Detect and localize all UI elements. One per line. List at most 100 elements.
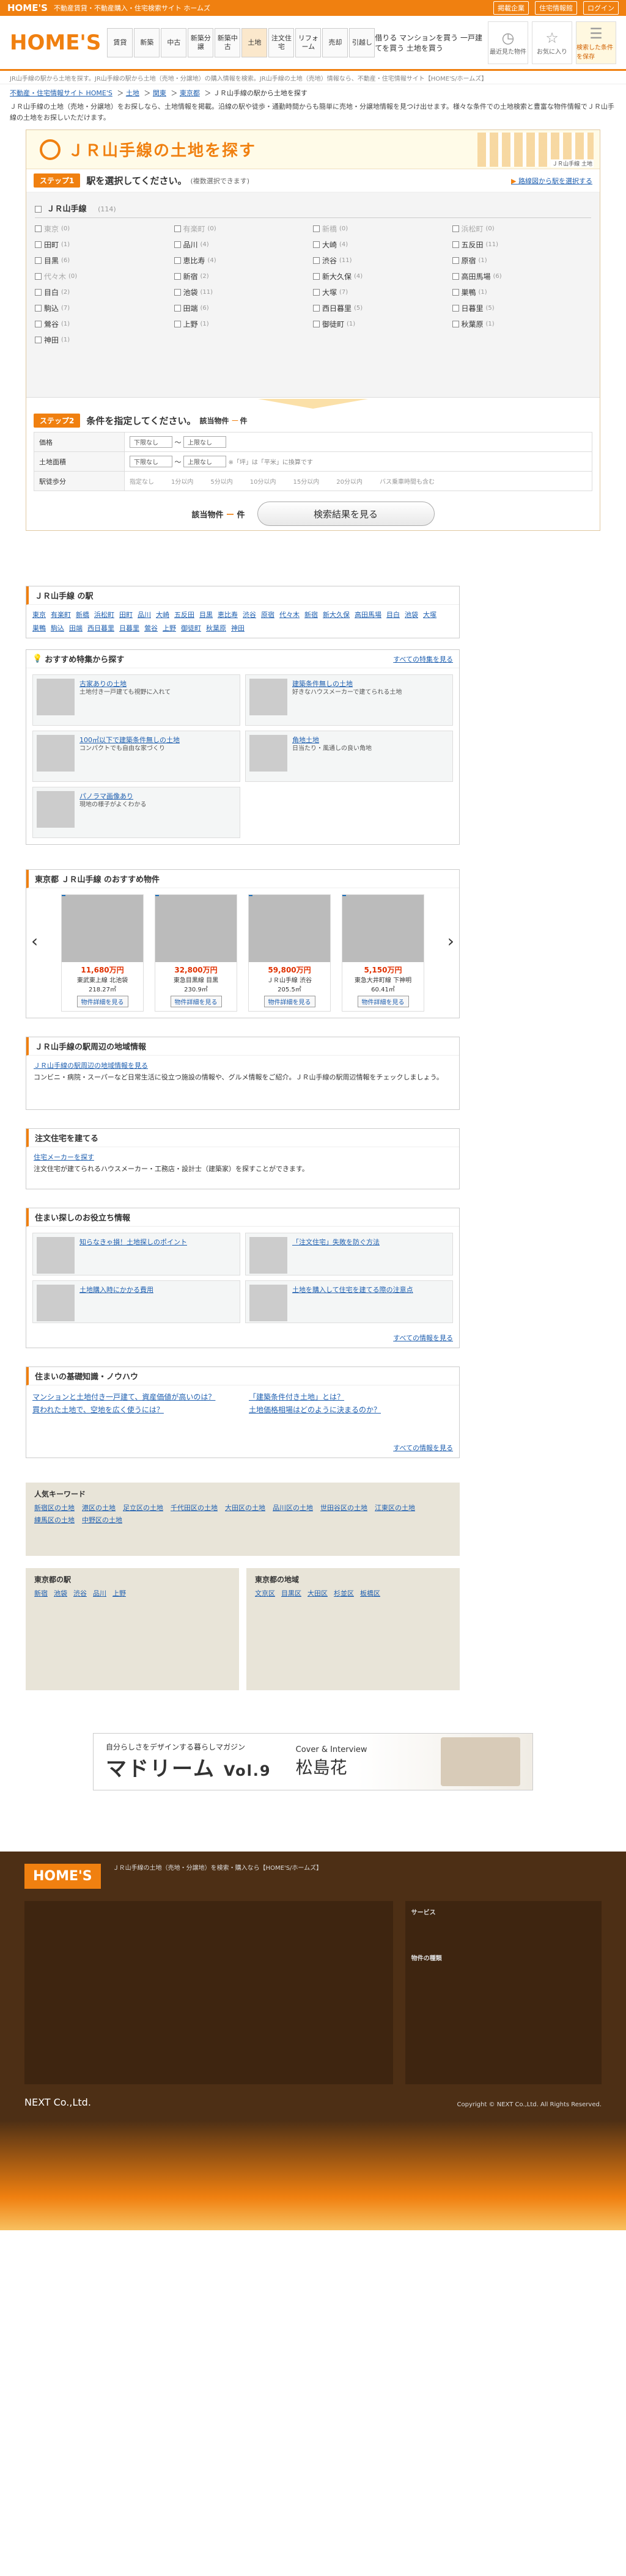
property-detail-button[interactable]: 物件詳細を見る [76, 996, 128, 1007]
station-link[interactable]: 五反田 [174, 610, 194, 619]
nav-item[interactable]: 土地 [241, 27, 268, 57]
station-link[interactable]: 品川 [138, 610, 151, 619]
station-option[interactable]: 新宿 (2) [174, 269, 314, 283]
favorite-button[interactable]: ☆ お気に入り [532, 21, 572, 64]
station-checkbox[interactable] [174, 288, 181, 296]
station-link[interactable]: 大崎 [156, 610, 169, 619]
station-checkbox[interactable] [35, 336, 42, 343]
bus-checkbox[interactable]: バス乗車時間も含む [380, 476, 435, 486]
tip-card[interactable]: 知らなきゃ損！土地探しのポイント [32, 1233, 240, 1275]
keyword-link[interactable]: 品川区の土地 [273, 1503, 313, 1512]
station-link[interactable]: 上野 [112, 1588, 126, 1598]
price-min-select[interactable]: 下限なし [130, 436, 172, 448]
brand-logo[interactable]: HOME'S [10, 31, 101, 55]
nav-item[interactable]: 引越し [349, 27, 375, 57]
station-link[interactable]: 池袋 [405, 610, 418, 619]
keyword-link[interactable]: 中野区の土地 [82, 1515, 122, 1525]
station-link[interactable]: 大塚 [423, 610, 436, 619]
tip-title[interactable]: 知らなきゃ損！土地探しのポイント [79, 1237, 187, 1269]
area-min-select[interactable]: 下限なし [130, 456, 172, 467]
station-checkbox[interactable] [313, 225, 320, 232]
keyword-link[interactable]: 大田区の土地 [225, 1503, 265, 1512]
station-option[interactable]: 田端 (6) [174, 301, 314, 315]
station-link[interactable]: 巣鴨 [32, 623, 46, 633]
keyword-link[interactable]: 新宿区の土地 [34, 1503, 75, 1512]
property-card[interactable]: 59,800万円 ＪＲ山手線 渋谷 205.5㎡ 物件詳細を見る [248, 894, 331, 1012]
station-link[interactable]: 田端 [69, 623, 83, 633]
station-option[interactable]: 新大久保 (4) [313, 269, 452, 283]
knowhow-link[interactable]: マンションと土地付き一戸建て、資産価値が高いのは？ [32, 1392, 237, 1402]
station-checkbox[interactable] [174, 304, 181, 312]
station-checkbox[interactable] [313, 257, 320, 264]
station-link[interactable]: 新宿 [304, 610, 318, 619]
station-checkbox[interactable] [174, 272, 181, 280]
breadcrumb-link[interactable]: 関東 [153, 89, 166, 97]
station-checkbox[interactable] [35, 272, 42, 280]
station-link[interactable]: 品川 [93, 1588, 106, 1598]
feature-card[interactable]: 古家ありの土地 土地付き一戸建ても視野に入れて [32, 674, 240, 726]
breadcrumb-link[interactable]: 東京都 [180, 89, 200, 97]
keyword-link[interactable]: 足立区の土地 [123, 1503, 163, 1512]
station-checkbox[interactable] [174, 225, 181, 232]
station-option[interactable]: 秋葉原 (1) [452, 317, 592, 330]
station-option[interactable]: 代々木 (0) [35, 269, 174, 283]
feature-card[interactable]: 100㎡以下で建築条件無しの土地 コンパクトでも自由な家づくり [32, 731, 240, 782]
area-info-link[interactable]: ＪＲ山手線の駅周辺の地域情報を見る [34, 1062, 148, 1070]
station-link[interactable]: 池袋 [54, 1588, 67, 1598]
station-link[interactable]: 新宿 [34, 1588, 48, 1598]
feature-card[interactable]: 建築条件無しの土地 好きなハウスメーカーで建てられる土地 [245, 674, 453, 726]
station-checkbox[interactable] [452, 257, 459, 264]
station-option[interactable]: 目黒 (6) [35, 254, 174, 267]
station-option[interactable]: 高田馬場 (6) [452, 269, 592, 283]
station-option[interactable]: 東京 (0) [35, 222, 174, 235]
station-checkbox[interactable] [174, 241, 181, 248]
station-link[interactable]: 原宿 [261, 610, 274, 619]
nav-item[interactable]: 新築 [134, 27, 160, 57]
station-link[interactable]: 代々木 [279, 610, 300, 619]
station-checkbox[interactable] [452, 320, 459, 327]
station-option[interactable]: 五反田 (11) [452, 238, 592, 251]
station-link[interactable]: 日暮里 [119, 623, 139, 633]
station-link[interactable]: 渋谷 [73, 1588, 87, 1598]
station-option[interactable]: 渋谷 (11) [313, 254, 452, 267]
knowhow-more-link[interactable]: すべての情報を見る [393, 1443, 453, 1453]
topbar-link-0[interactable]: 掲載企業 [493, 1, 529, 15]
area-link[interactable]: 板橋区 [360, 1588, 380, 1598]
station-checkbox[interactable] [313, 320, 320, 327]
station-checkbox[interactable] [452, 241, 459, 248]
nav-item[interactable]: 新築中古 [215, 27, 241, 57]
property-card[interactable]: 5,150万円 東急大井町線 下神明 60.41㎡ 物件詳細を見る [342, 894, 424, 1012]
keyword-link[interactable]: 練馬区の土地 [34, 1515, 75, 1525]
line-checkbox[interactable] [35, 206, 42, 213]
station-option[interactable]: 西日暮里 (5) [313, 301, 452, 315]
station-checkbox[interactable] [35, 225, 42, 232]
walk-radio[interactable]: 10分以内 [250, 476, 276, 486]
keyword-link[interactable]: 世田谷区の土地 [320, 1503, 367, 1512]
station-option[interactable]: 田町 (1) [35, 238, 174, 251]
knowhow-link[interactable]: 買われた土地で、空地を広く使うには？ [32, 1404, 237, 1415]
custom-home-link[interactable]: 住宅メーカーを探す [34, 1153, 94, 1161]
nav-item[interactable]: 賃貸 [107, 27, 133, 57]
walk-radio[interactable]: 1分以内 [171, 476, 193, 486]
feature-card-title[interactable]: 100㎡以下で建築条件無しの土地 [79, 736, 180, 744]
station-link[interactable]: 上野 [163, 623, 176, 633]
station-link[interactable]: 秋葉原 [206, 623, 226, 633]
property-detail-button[interactable]: 物件詳細を見る [170, 996, 222, 1007]
station-option[interactable]: 御徒町 (1) [313, 317, 452, 330]
area-link[interactable]: 目黒区 [281, 1588, 301, 1598]
station-link[interactable]: 田町 [119, 610, 133, 619]
station-link[interactable]: 目黒 [199, 610, 213, 619]
station-link[interactable]: 高田馬場 [355, 610, 381, 619]
walk-radio[interactable]: 15分以内 [293, 476, 319, 486]
station-option[interactable]: 恵比寿 (4) [174, 254, 314, 267]
area-max-select[interactable]: 上限なし [183, 456, 226, 467]
station-option[interactable]: 目白 (2) [35, 285, 174, 299]
property-card[interactable]: 32,800万円 東急目黒線 目黒 230.9㎡ 物件詳細を見る [155, 894, 237, 1012]
property-card[interactable]: 11,680万円 東武東上線 北池袋 218.27㎡ 物件詳細を見る [61, 894, 144, 1012]
saved-search-button[interactable]: ☰ 検索した条件を保存 [576, 21, 616, 64]
magazine-banner[interactable]: 自分らしさをデザインする暮らしマガジン マドリーム Vol.9 Cover & … [93, 1733, 533, 1790]
topbar-link-1[interactable]: 住宅情報館 [535, 1, 577, 15]
tip-title[interactable]: 土地を購入して住宅を建てる際の注意点 [292, 1285, 413, 1317]
breadcrumb-link[interactable]: 不動産・住宅情報サイト HOME'S [10, 89, 112, 97]
station-checkbox[interactable] [313, 272, 320, 280]
